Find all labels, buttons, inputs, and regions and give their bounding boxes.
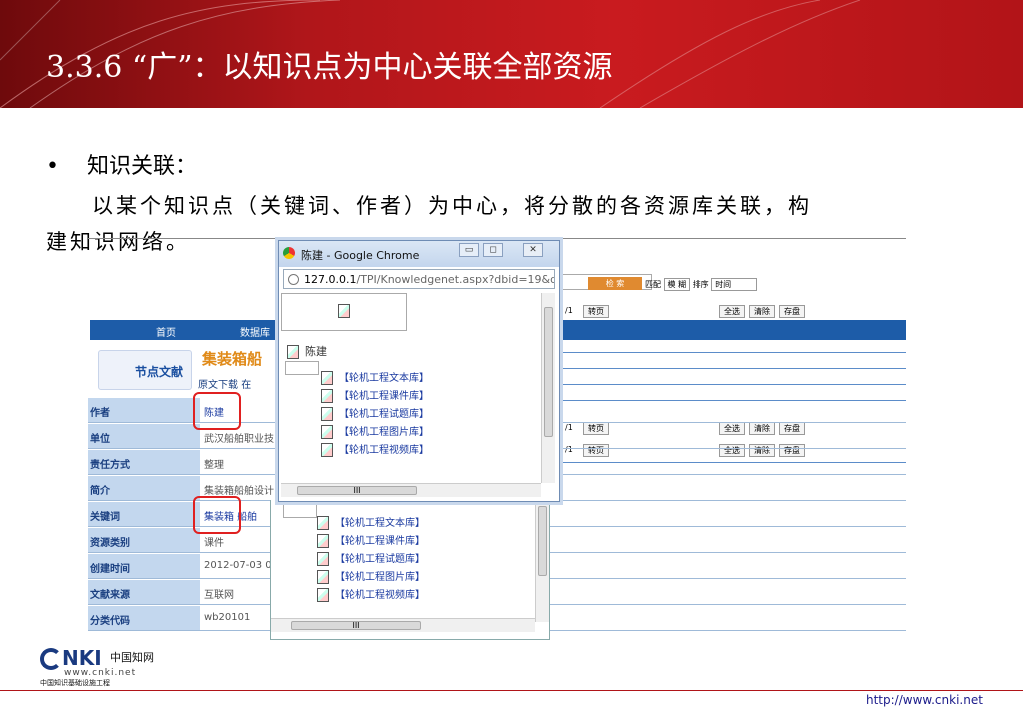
- row-key: 创建时间: [88, 554, 200, 578]
- link-video-library[interactable]: 【轮机工程视频库】: [317, 586, 425, 602]
- bullet-heading: • 知识关联：: [46, 148, 197, 180]
- popup-window: 陈建 - Google Chrome ▭ ◻ ✕ 127.0.0.1/TPI/K…: [278, 240, 560, 502]
- logo-ring: [40, 648, 62, 670]
- chrome-icon: [283, 247, 295, 259]
- row-value: wb20101: [204, 612, 251, 623]
- match-select[interactable]: 模 糊: [663, 278, 691, 291]
- row-key: 关键词: [88, 502, 200, 526]
- logo-zh: 中国知网: [110, 651, 154, 664]
- node-banner: 节点文献 集装箱船 原文下载 在: [92, 344, 272, 398]
- bullet-text: 知识关联：: [86, 154, 197, 179]
- footer-url[interactable]: http://www.cnki.net: [866, 693, 983, 707]
- link-courseware-library[interactable]: 【轮机工程课件库】: [317, 532, 425, 548]
- file-icon: [317, 516, 329, 530]
- popup-content: 陈建 【轮机工程文本库】 【轮机工程课件库】 【轮机工程试题库】 【轮机工程图片…: [281, 293, 541, 481]
- close-button[interactable]: ✕: [523, 243, 543, 257]
- divider: [546, 352, 906, 353]
- cnki-logo: NKI 中国知网 www.cnki.net 中国知识基础设施工程: [40, 646, 160, 687]
- slide-title: 3.3.6 “广”：以知识点为中心关联全部资源: [46, 50, 613, 85]
- row-value: 互联网: [204, 590, 234, 601]
- file-icon: [321, 443, 333, 457]
- match-label: 匹配: [645, 280, 661, 289]
- horizontal-scrollbar[interactable]: III: [271, 618, 535, 632]
- row-key: 责任方式: [88, 450, 200, 474]
- slide-header: 3.3.6 “广”：以知识点为中心关联全部资源: [0, 0, 1023, 108]
- file-icon: [287, 345, 299, 359]
- globe-icon: [288, 274, 299, 285]
- pager-1: /1 转页 全选 清除 存盘: [565, 305, 905, 319]
- file-icon: [321, 407, 333, 421]
- document-title[interactable]: 集装箱船: [202, 348, 262, 369]
- jump-button[interactable]: 转页: [583, 305, 609, 318]
- node-label: 节点文献: [135, 365, 184, 379]
- row-key: 文献来源: [88, 580, 200, 604]
- window-title: 陈建 - Google Chrome: [301, 249, 420, 262]
- highlight-author: [193, 392, 241, 430]
- link-courseware-library[interactable]: 【轮机工程课件库】: [321, 387, 429, 403]
- node-logo: 节点文献: [98, 350, 192, 390]
- highlight-keyword: [193, 496, 241, 534]
- row-key: 单位: [88, 424, 200, 448]
- link-exam-library[interactable]: 【轮机工程试题库】: [317, 550, 425, 566]
- nav-home[interactable]: 首页: [156, 324, 176, 339]
- vertical-scrollbar[interactable]: [535, 500, 549, 622]
- save-button[interactable]: 存盘: [779, 305, 805, 318]
- logo-subtitle: 中国知识基础设施工程: [40, 679, 110, 687]
- link-video-library[interactable]: 【轮机工程视频库】: [321, 441, 429, 457]
- logo-mark: NKI: [62, 646, 102, 670]
- row-value: 整理: [204, 460, 224, 471]
- row-key: 作者: [88, 398, 200, 422]
- file-icon: [317, 570, 329, 584]
- popup-window-behind: 【轮机工程文本库】 【轮机工程课件库】 【轮机工程试题库】 【轮机工程图片库】 …: [270, 500, 550, 640]
- page-count: /1: [565, 306, 573, 315]
- file-icon: [317, 552, 329, 566]
- horizontal-scrollbar[interactable]: III: [281, 483, 541, 497]
- link-exam-library[interactable]: 【轮机工程试题库】: [321, 405, 429, 421]
- url-path: /TPI/Knowledgenet.aspx?dbid=19&dl: [356, 273, 555, 286]
- minimize-button[interactable]: ▭: [459, 243, 479, 257]
- file-icon: [338, 304, 350, 318]
- footer-divider: [0, 690, 1023, 691]
- address-bar[interactable]: 127.0.0.1/TPI/Knowledgenet.aspx?dbid=19&…: [283, 269, 555, 289]
- title-bar[interactable]: 陈建 - Google Chrome ▭ ◻ ✕: [279, 241, 559, 267]
- clear-button[interactable]: 清除: [749, 305, 775, 318]
- sort-label: 排序: [692, 280, 709, 289]
- file-icon: [317, 588, 329, 602]
- row-key: 分类代码: [88, 606, 200, 630]
- download-link[interactable]: 原文下载 在: [198, 376, 251, 391]
- file-icon: [321, 371, 333, 385]
- vertical-scrollbar[interactable]: [541, 293, 555, 483]
- author-node[interactable]: 陈建: [287, 343, 327, 359]
- nav-database[interactable]: 数据库: [240, 324, 270, 339]
- logo-www: www.cnki.net: [64, 668, 137, 678]
- link-image-library[interactable]: 【轮机工程图片库】: [317, 568, 425, 584]
- divider: [546, 368, 906, 369]
- node-box: [283, 504, 317, 518]
- image-box: [281, 293, 407, 331]
- search-button[interactable]: 检 索: [588, 277, 642, 290]
- file-icon: [317, 534, 329, 548]
- sort-select[interactable]: 时间: [711, 278, 758, 291]
- node-box: [285, 361, 319, 375]
- divider: [546, 384, 906, 385]
- row-value: 2012-07-03 0: [204, 560, 272, 571]
- row-key: 资源类别: [88, 528, 200, 552]
- row-key: 简介: [88, 476, 200, 500]
- paragraph-line-1: 以某个知识点（关键词、作者）为中心，将分散的各资源库关联，构: [92, 194, 812, 218]
- link-text-library[interactable]: 【轮机工程文本库】: [321, 369, 429, 385]
- file-icon: [321, 425, 333, 439]
- select-all-button[interactable]: 全选: [719, 305, 745, 318]
- url-domain: 127.0.0.1: [304, 273, 357, 286]
- bullet-dot: •: [46, 154, 59, 179]
- match-control: 匹配 模 糊 排序 时间: [645, 278, 758, 291]
- file-icon: [321, 389, 333, 403]
- link-text-library[interactable]: 【轮机工程文本库】: [317, 514, 425, 530]
- link-image-library[interactable]: 【轮机工程图片库】: [321, 423, 429, 439]
- maximize-button[interactable]: ◻: [483, 243, 503, 257]
